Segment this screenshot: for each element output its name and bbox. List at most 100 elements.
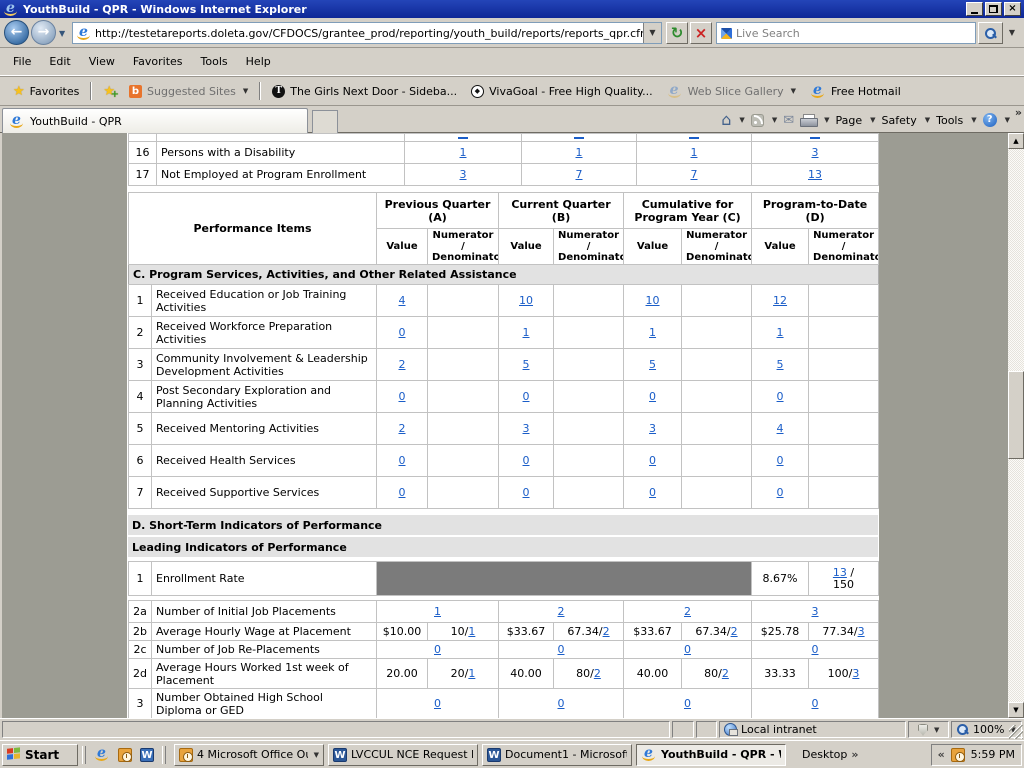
denominator-link[interactable]: 2 (603, 625, 610, 638)
add-favorite-button[interactable]: ★ (96, 82, 122, 101)
recent-pages-chevron-icon[interactable]: ▼ (59, 29, 65, 38)
clipped-link[interactable] (689, 137, 699, 139)
value-link[interactable]: 3 (812, 605, 819, 618)
value-link[interactable]: 0 (558, 697, 565, 710)
refresh-button[interactable]: ↻ (666, 22, 688, 44)
value-link[interactable]: 3 (460, 168, 467, 181)
denominator-link[interactable]: 1 (468, 667, 475, 680)
toolbar-overflow-chevron-icon[interactable]: » (1015, 106, 1022, 119)
search-input[interactable] (736, 27, 975, 40)
menu-file[interactable]: File (4, 52, 40, 71)
clipped-link[interactable] (574, 137, 584, 139)
clipped-link[interactable] (458, 137, 468, 139)
url-input[interactable] (95, 27, 643, 40)
address-dropdown-button[interactable]: ▼ (643, 23, 661, 43)
value-link[interactable]: 7 (576, 168, 583, 181)
resize-grip[interactable] (1009, 725, 1023, 739)
menu-favorites[interactable]: Favorites (124, 52, 192, 71)
value-link[interactable]: 0 (777, 454, 784, 467)
clipped-link[interactable] (810, 137, 820, 139)
value-link[interactable]: 5 (649, 358, 656, 371)
value-link[interactable]: 0 (558, 643, 565, 656)
favorite-vivagoal[interactable]: VivaGoal - Free High Quality... (464, 82, 659, 101)
value-link[interactable]: 0 (649, 454, 656, 467)
help-icon[interactable] (983, 113, 997, 127)
value-link[interactable]: 0 (684, 643, 691, 656)
back-button[interactable]: ← (4, 20, 29, 45)
protected-mode-panel[interactable]: ▼ (908, 721, 949, 738)
value-link[interactable]: 3 (649, 422, 656, 435)
value-link[interactable]: 3 (523, 422, 530, 435)
minimize-button[interactable] (966, 2, 983, 16)
scrollbar-thumb[interactable] (1008, 371, 1024, 459)
favorite-free-hotmail[interactable]: Free Hotmail (803, 81, 908, 102)
value-link[interactable]: 2 (399, 358, 406, 371)
value-link[interactable]: 0 (649, 486, 656, 499)
denominator-link[interactable]: 2 (722, 667, 729, 680)
print-icon[interactable] (800, 114, 816, 127)
outlook-quick-launch-icon[interactable] (118, 748, 132, 762)
value-link[interactable]: 1 (777, 326, 784, 339)
desktop-toolbar[interactable]: Desktop » (802, 748, 858, 761)
value-link[interactable]: 0 (523, 390, 530, 403)
favorites-button[interactable]: ★ Favorites (6, 82, 86, 101)
taskbar-window-youthbuild[interactable]: YouthBuild - QPR - Wi... (636, 744, 786, 766)
scroll-down-button[interactable]: ▼ (1008, 702, 1024, 718)
app-quick-launch-icon[interactable] (140, 748, 154, 762)
value-link[interactable]: 13 (808, 168, 822, 181)
tray-collapse-chevron-icon[interactable]: « (938, 748, 945, 761)
scroll-up-button[interactable]: ▲ (1008, 133, 1024, 149)
favorite-web-slice-gallery[interactable]: Web Slice Gallery ▼ (660, 81, 803, 102)
value-link[interactable]: 4 (777, 422, 784, 435)
address-bar[interactable]: ▼ (72, 22, 662, 44)
value-link[interactable]: 2 (684, 605, 691, 618)
value-link[interactable]: 1 (434, 605, 441, 618)
search-options-chevron-icon[interactable]: ▼ (1004, 22, 1020, 44)
vertical-scrollbar[interactable]: ▲ ▼ (1008, 133, 1024, 718)
taskbar-window-outlook[interactable]: 4 Microsoft Office Outl... ▼ (174, 744, 324, 766)
value-link[interactable]: 0 (812, 697, 819, 710)
start-button[interactable]: Start (2, 744, 78, 766)
feeds-chevron-icon[interactable]: ▼ (772, 116, 777, 124)
value-link[interactable]: 3 (812, 146, 819, 159)
value-link[interactable]: 0 (434, 697, 441, 710)
search-button[interactable] (978, 22, 1003, 44)
read-mail-icon[interactable]: ✉ (783, 114, 794, 127)
value-link[interactable]: 0 (399, 454, 406, 467)
favorite-suggested-sites[interactable]: Suggested Sites ▼ (122, 82, 255, 101)
menu-tools[interactable]: Tools (192, 52, 237, 71)
value-link[interactable]: 0 (777, 390, 784, 403)
value-link[interactable]: 4 (399, 294, 406, 307)
value-link[interactable]: 1 (576, 146, 583, 159)
denominator-link[interactable]: 3 (852, 667, 859, 680)
denominator-link[interactable]: 2 (594, 667, 601, 680)
new-tab-button[interactable] (312, 110, 338, 133)
value-link[interactable]: 0 (649, 390, 656, 403)
taskbar-window-lvccul[interactable]: LVCCUL NCE Request Le... (328, 744, 478, 766)
tools-menu-button[interactable]: Tools (936, 114, 963, 127)
value-link[interactable]: 10 (646, 294, 660, 307)
outlook-tray-icon[interactable] (951, 748, 965, 762)
forward-button[interactable]: → (31, 20, 56, 45)
taskbar-window-document1[interactable]: Document1 - Microsoft ... (482, 744, 632, 766)
denominator-link[interactable]: 3 (858, 625, 865, 638)
value-link[interactable]: 1 (523, 326, 530, 339)
safety-menu-button[interactable]: Safety (882, 114, 917, 127)
value-link[interactable]: 0 (399, 326, 406, 339)
restore-button[interactable] (985, 2, 1002, 16)
close-button[interactable]: × (1004, 2, 1021, 16)
rss-feeds-icon[interactable] (751, 114, 764, 127)
desktop-chevron-icon[interactable]: » (851, 748, 858, 761)
favorite-girls-next-door[interactable]: The Girls Next Door - Sideba... (265, 82, 464, 101)
value-link[interactable]: 5 (777, 358, 784, 371)
stop-button[interactable]: × (690, 22, 712, 44)
value-link[interactable]: 0 (523, 486, 530, 499)
menu-edit[interactable]: Edit (40, 52, 79, 71)
home-icon[interactable]: ⌂ (721, 113, 731, 127)
value-link[interactable]: 1 (649, 326, 656, 339)
value-link[interactable]: 0 (523, 454, 530, 467)
denominator-link[interactable]: 1 (468, 625, 475, 638)
value-link[interactable]: 0 (399, 390, 406, 403)
value-link[interactable]: 0 (684, 697, 691, 710)
menu-help[interactable]: Help (237, 52, 280, 71)
